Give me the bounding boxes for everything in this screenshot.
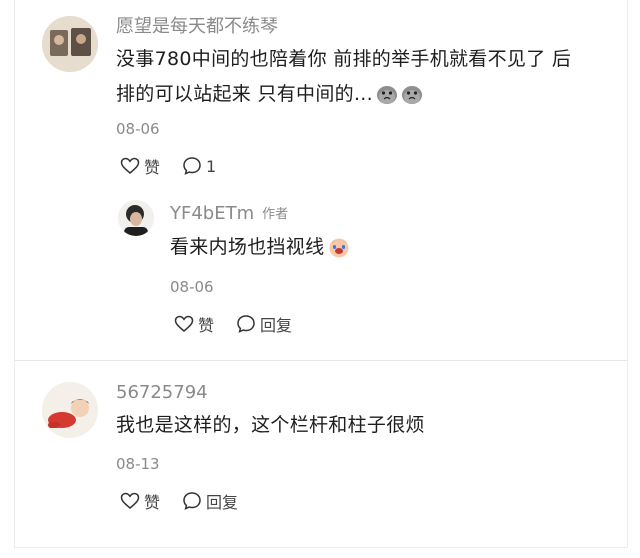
avatar-photo-icon <box>42 382 98 438</box>
comment-text-line: 排的可以站起来 只有中间的... <box>116 77 616 117</box>
comment-text-segment: 看来内场也挡视线 <box>170 236 325 258</box>
comment-bubble-icon <box>237 315 255 333</box>
comment-text-segment: 排的可以站起来 只有中间的... <box>116 83 373 105</box>
avatar[interactable] <box>118 200 154 236</box>
reply-count-button[interactable]: 1 <box>182 156 216 176</box>
avatar-photo-icon <box>42 16 98 72</box>
reply-count: 1 <box>206 156 217 176</box>
crying-emoji-icon <box>376 82 398 117</box>
comment-text: 没事780中间的也陪着你 前排的举手机就看不见了 后 排的可以站起来 只有中间的… <box>116 42 616 117</box>
comment-date: 08-06 <box>116 120 160 138</box>
comment-actions: 赞 回复 <box>174 312 314 336</box>
like-button[interactable]: 赞 <box>120 489 160 513</box>
crying-emoji-icon <box>327 235 351 270</box>
heart-icon <box>120 492 140 509</box>
username-text: YF4bETm <box>170 203 255 224</box>
author-badge: 作者 <box>262 207 289 222</box>
like-label: 赞 <box>144 158 161 177</box>
username[interactable]: YF4bETm 作者 <box>170 203 288 224</box>
comment-divider <box>14 360 628 361</box>
heart-icon <box>120 157 140 174</box>
like-button[interactable]: 赞 <box>120 154 160 178</box>
comment-actions: 赞 1 <box>120 154 238 178</box>
comment-text: 我也是这样的，这个栏杆和柱子很烦 <box>116 414 425 436</box>
reply-label: 回复 <box>206 493 239 512</box>
comment-bubble-icon <box>183 492 201 510</box>
comment-text-line: 没事780中间的也陪着你 前排的举手机就看不见了 后 <box>116 48 572 70</box>
crying-emoji-icon <box>401 82 423 117</box>
like-label: 赞 <box>198 316 215 335</box>
avatar[interactable] <box>42 382 98 438</box>
reply-button[interactable]: 回复 <box>236 312 292 336</box>
reply-label: 回复 <box>260 316 293 335</box>
comment-bubble-icon <box>183 157 201 175</box>
reply-button[interactable]: 回复 <box>182 489 238 513</box>
avatar-photo-icon <box>118 200 154 236</box>
username[interactable]: 愿望是每天都不练琴 <box>116 12 278 38</box>
avatar[interactable] <box>42 16 98 72</box>
comment-actions: 赞 回复 <box>120 489 260 513</box>
like-button[interactable]: 赞 <box>174 312 214 336</box>
comment-text: 看来内场也挡视线 <box>170 230 351 270</box>
comment-date: 08-06 <box>170 278 214 296</box>
heart-icon <box>174 315 194 332</box>
like-label: 赞 <box>144 493 161 512</box>
username[interactable]: 56725794 <box>116 382 208 403</box>
comment-date: 08-13 <box>116 455 160 473</box>
